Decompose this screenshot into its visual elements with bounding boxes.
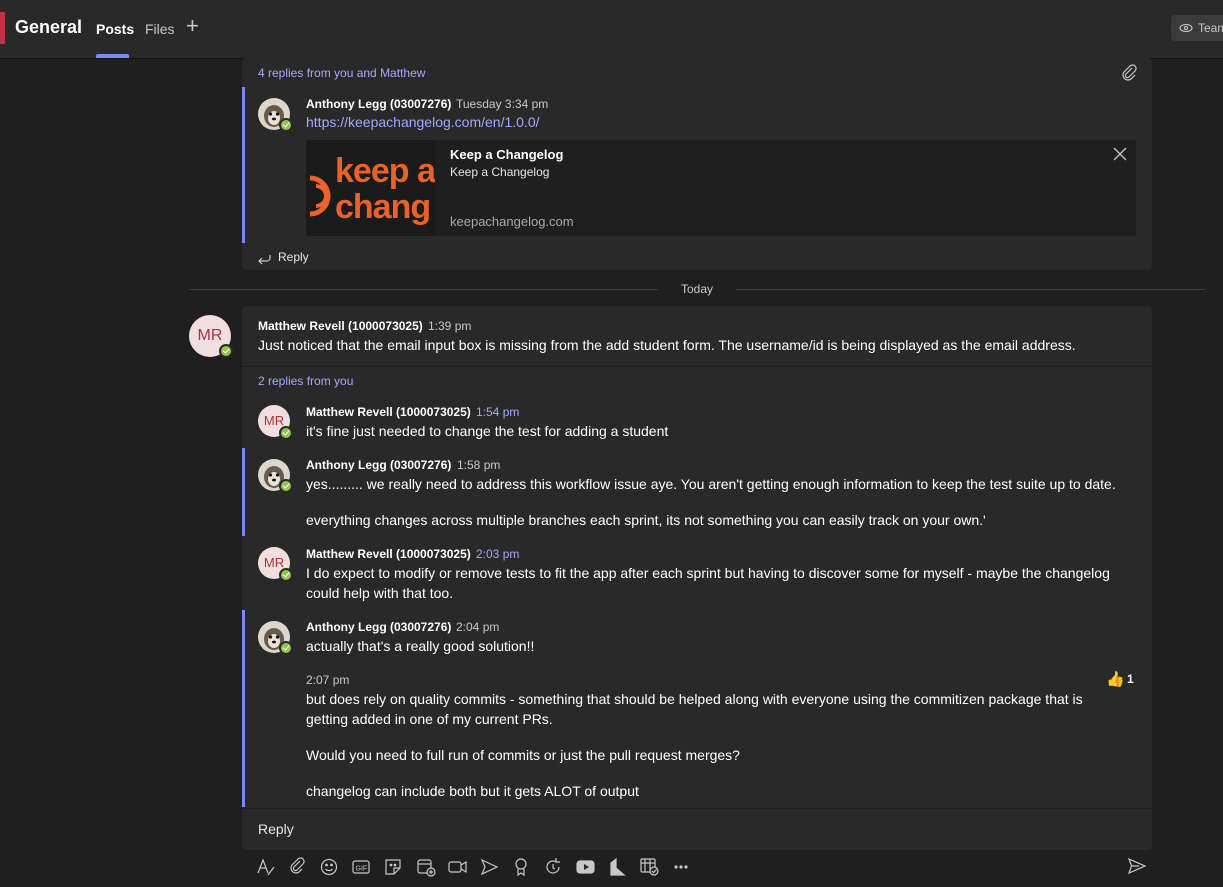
message-text-line1: but does rely on quality commits - somet… bbox=[306, 691, 1083, 707]
own-message-indicator bbox=[242, 87, 245, 243]
presence-available-icon bbox=[279, 426, 293, 440]
message-time: Tuesday 3:34 pm bbox=[456, 97, 549, 111]
channel-header bbox=[0, 0, 1223, 59]
message-author[interactable]: Anthony Legg (03007276) bbox=[306, 97, 451, 111]
date-divider-line-left bbox=[189, 289, 658, 290]
tab-files[interactable]: Files bbox=[145, 21, 175, 37]
thumbs-up-icon: 👍 bbox=[1106, 671, 1125, 688]
message-text: actually that's a really good solution!! bbox=[306, 638, 535, 654]
reaction-like[interactable]: 👍 1 bbox=[1106, 670, 1136, 688]
sticker-button[interactable] bbox=[384, 856, 406, 878]
thumbnail-text-line2: chang bbox=[335, 188, 431, 226]
link-preview-subtitle: Keep a Changelog bbox=[450, 165, 550, 179]
followup-time: 2:07 pm bbox=[306, 673, 350, 687]
message-author[interactable]: Anthony Legg (03007276) bbox=[306, 620, 451, 634]
channel-title: General bbox=[15, 17, 83, 37]
message-text: it's fine just needed to change the test… bbox=[306, 423, 669, 439]
replies-link[interactable]: 2 replies from you bbox=[258, 374, 353, 388]
send-button[interactable] bbox=[1127, 856, 1147, 876]
gif-button[interactable] bbox=[352, 856, 374, 878]
video-button[interactable] bbox=[448, 856, 470, 878]
loop-button[interactable] bbox=[544, 856, 566, 878]
presence-available-icon bbox=[219, 344, 233, 358]
own-message-indicator bbox=[242, 610, 245, 807]
message-link[interactable]: https://keepachangelog.com/en/1.0.0/ bbox=[306, 114, 540, 130]
message-text-line1: I do expect to modify or remove tests to… bbox=[306, 565, 1110, 581]
reply-button-label: Reply bbox=[278, 250, 309, 264]
date-divider-line-right bbox=[736, 289, 1205, 290]
paperclip-icon[interactable] bbox=[1121, 64, 1137, 82]
emoji-button[interactable] bbox=[320, 856, 342, 878]
replies-link[interactable]: 4 replies from you and Matthew bbox=[258, 66, 425, 80]
send-icon bbox=[1127, 857, 1147, 875]
message-text-line1: yes......... we really need to address t… bbox=[306, 476, 1116, 492]
team-button-label: Team bbox=[1198, 21, 1223, 35]
more-options-button[interactable] bbox=[672, 856, 694, 878]
reaction-count: 1 bbox=[1127, 672, 1134, 686]
message-time: 1:39 pm bbox=[428, 319, 472, 333]
attach-button[interactable] bbox=[288, 856, 310, 878]
message-author[interactable]: Anthony Legg (03007276) bbox=[306, 458, 451, 472]
link-preview-thumbnail: keep a chang bbox=[306, 140, 435, 236]
active-tab-indicator bbox=[96, 54, 129, 58]
forms-button[interactable] bbox=[640, 856, 662, 878]
own-message-indicator bbox=[242, 448, 245, 536]
message-time: 2:04 pm bbox=[456, 620, 500, 634]
message-text-line3: Would you need to full run of commits or… bbox=[306, 747, 740, 763]
format-button[interactable] bbox=[256, 856, 278, 878]
message-author[interactable]: Matthew Revell (1000073025) bbox=[306, 405, 471, 419]
message-author[interactable]: Matthew Revell (1000073025) bbox=[258, 319, 423, 333]
tab-posts[interactable]: Posts bbox=[96, 21, 134, 37]
presence-available-icon bbox=[279, 118, 293, 132]
eye-icon bbox=[1179, 15, 1193, 50]
message-text-line2: getting added in one of my current PRs. bbox=[306, 711, 553, 727]
presence-available-icon bbox=[279, 479, 293, 493]
reply-button[interactable]: Reply bbox=[256, 250, 316, 266]
compose-toolbar: GIF bbox=[256, 856, 1116, 878]
link-preview-title[interactable]: Keep a Changelog bbox=[450, 147, 563, 162]
message-text-line2: everything changes across multiple branc… bbox=[306, 512, 986, 528]
reply-input[interactable]: Reply bbox=[258, 821, 294, 837]
meet-now-button[interactable] bbox=[416, 856, 438, 878]
link-preview-domain: keepachangelog.com bbox=[450, 214, 574, 229]
youtube-button[interactable] bbox=[576, 856, 598, 878]
message-author[interactable]: Matthew Revell (1000073025) bbox=[306, 547, 471, 561]
presence-available-icon bbox=[279, 568, 293, 582]
close-icon[interactable] bbox=[1112, 146, 1128, 162]
stream-button[interactable] bbox=[480, 856, 502, 878]
message-time[interactable]: 2:03 pm bbox=[476, 547, 519, 561]
praise-button[interactable] bbox=[512, 856, 534, 878]
reply-divider bbox=[242, 808, 1152, 809]
channel-color-accent bbox=[0, 12, 5, 44]
plus-icon: + bbox=[186, 13, 199, 38]
message-time: 1:58 pm bbox=[457, 458, 501, 472]
message-text: Just noticed that the email input box is… bbox=[258, 337, 1076, 353]
add-tab-button[interactable]: + bbox=[186, 13, 206, 38]
reply-arrow-icon bbox=[256, 250, 272, 269]
presence-available-icon bbox=[279, 641, 293, 655]
team-button[interactable]: Team bbox=[1171, 15, 1223, 41]
thumbnail-text-line1: keep a bbox=[335, 152, 435, 190]
date-divider-label: Today bbox=[681, 282, 714, 296]
message-text-line2: could help with that too. bbox=[306, 585, 454, 601]
thread-divider bbox=[242, 366, 1152, 367]
message-text-line4: changelog can include both but it gets A… bbox=[306, 783, 639, 799]
message-time[interactable]: 1:54 pm bbox=[476, 405, 519, 419]
approvals-button[interactable] bbox=[608, 856, 630, 878]
